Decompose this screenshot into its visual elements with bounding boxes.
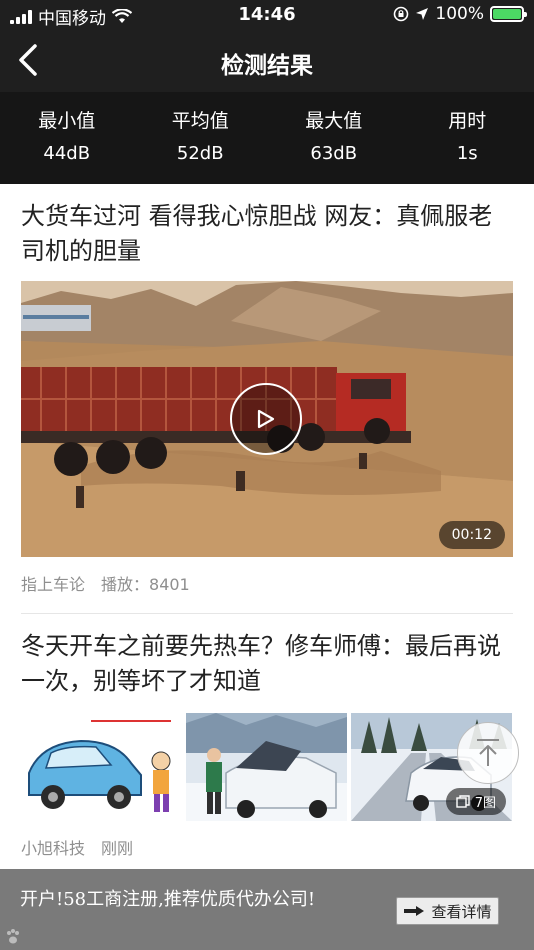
arrow-up-icon xyxy=(477,739,499,766)
status-right: 100% xyxy=(393,4,527,24)
measurement-stats: 最小值 44dB 平均值 52dB 最大值 63dB 用时 1s xyxy=(0,92,534,184)
ad-banner[interactable]: 开户!58工商注册,推荐优质代办公司! 查看详情 xyxy=(0,869,534,950)
image-count-badge: 7图 xyxy=(445,788,506,815)
video-duration: 00:12 xyxy=(438,521,505,549)
stat-label: 平均值 xyxy=(171,110,229,132)
stat-label: 用时 xyxy=(448,110,487,132)
stat-value: 52dB xyxy=(176,143,224,164)
article-title[interactable]: 冬天开车之前要先热车？修车师傅：最后再说一次，别等坏了才知道 xyxy=(21,614,513,699)
news-feed: 大货车过河 看得我心惊胆战 网友：真佩服老司机的胆量 00:12 指上车论 播放… xyxy=(0,184,534,878)
thumbnail-cartoon[interactable] xyxy=(21,713,182,821)
location-icon xyxy=(416,8,429,20)
stat-label: 最大值 xyxy=(305,110,363,132)
stat-value: 44dB xyxy=(43,143,91,164)
arrow-right-icon xyxy=(404,906,425,916)
page-title: 检测结果 xyxy=(221,53,313,79)
article-plays: 播放：8401 xyxy=(101,575,190,594)
article-time: 刚刚 xyxy=(101,839,134,858)
image-count: 7图 xyxy=(474,796,496,811)
status-bar: 中国移动 14:46 100% xyxy=(0,0,534,30)
stat-max: 最大值 63dB xyxy=(267,92,401,184)
stat-duration: 用时 1s xyxy=(401,92,534,184)
stat-value: 1s xyxy=(456,143,478,164)
thumbnail-snow-hood[interactable] xyxy=(186,713,347,821)
article-meta: 指上车论 播放：8401 xyxy=(21,557,513,613)
video-article[interactable]: 大货车过河 看得我心惊胆战 网友：真佩服老司机的胆量 00:12 指上车论 播放… xyxy=(21,184,513,614)
snow-car-image xyxy=(186,713,347,821)
view-details-button[interactable]: 查看详情 xyxy=(396,897,499,925)
cartoon-car-image xyxy=(21,713,182,821)
stat-min: 最小值 44dB xyxy=(0,92,134,184)
view-details-label: 查看详情 xyxy=(431,902,492,921)
image-article[interactable]: 冬天开车之前要先热车？修车师傅：最后再说一次，别等坏了才知道 7图 小旭科技 刚… xyxy=(21,614,513,878)
battery-icon xyxy=(490,6,527,22)
video-thumbnail[interactable]: 00:12 xyxy=(21,281,513,557)
paw-icon xyxy=(7,929,19,944)
play-icon xyxy=(257,409,275,429)
images-icon xyxy=(456,795,470,808)
nav-bar: 检测结果 xyxy=(0,30,534,92)
stat-value: 63dB xyxy=(310,143,358,164)
ad-text: 开户!58工商注册,推荐优质代办公司! xyxy=(20,889,316,910)
stat-label: 最小值 xyxy=(38,110,96,132)
article-source: 指上车论 xyxy=(21,575,86,594)
play-button[interactable] xyxy=(230,383,302,455)
battery-percent: 100% xyxy=(435,4,484,24)
image-thumbnails[interactable]: 7图 xyxy=(21,713,513,821)
scroll-to-top-button[interactable] xyxy=(457,722,519,784)
stat-avg: 平均值 52dB xyxy=(134,92,268,184)
article-title[interactable]: 大货车过河 看得我心惊胆战 网友：真佩服老司机的胆量 xyxy=(21,184,513,269)
article-source: 小旭科技 xyxy=(21,839,86,858)
orientation-lock-icon xyxy=(394,6,409,22)
